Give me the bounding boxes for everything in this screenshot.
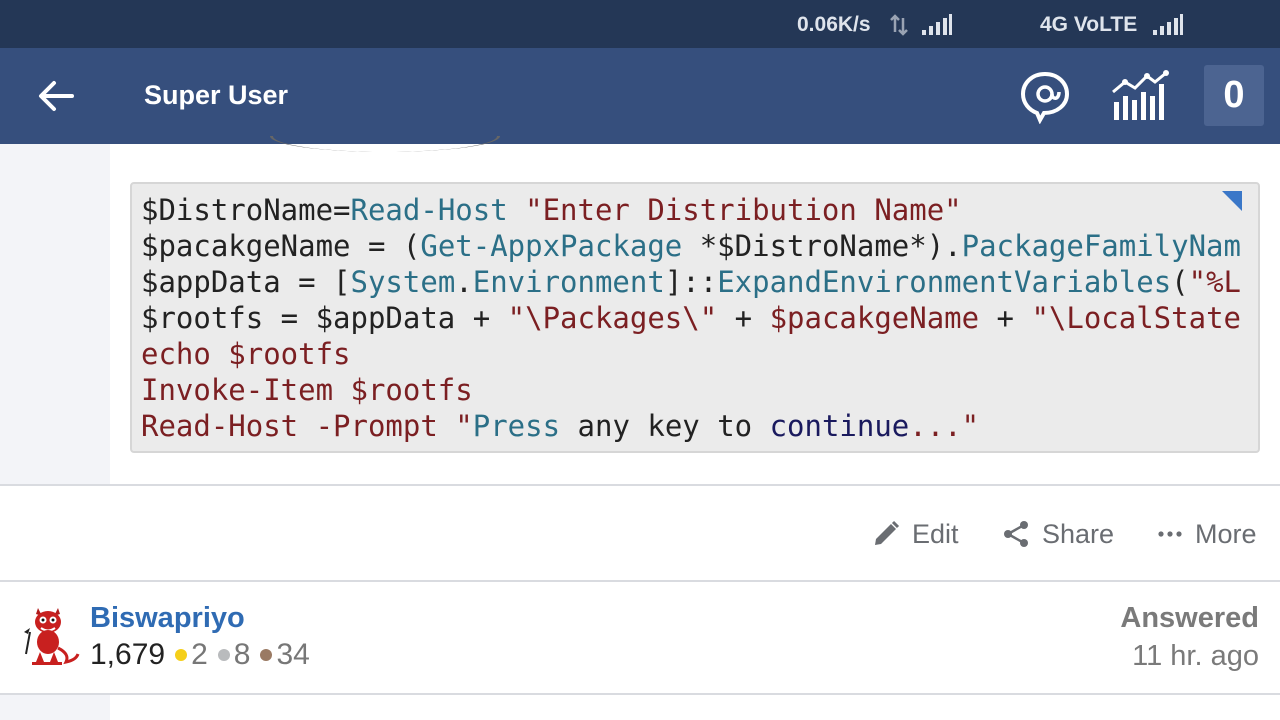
code-token: $pacakgeName: [769, 301, 980, 335]
code-token: ExpandEnvironmentVariables: [717, 265, 1172, 299]
code-token: PackageFamilyNam: [961, 229, 1241, 263]
answered-time: 11 hr. ago: [1132, 640, 1259, 672]
code-token: ...": [909, 409, 980, 443]
back-button[interactable]: [34, 76, 78, 116]
code-token: Press: [472, 409, 561, 443]
share-icon: [1004, 521, 1028, 547]
code-token: *$DistroName*).: [682, 229, 962, 263]
bronze-badge-icon: [260, 649, 273, 661]
code-token: continue: [769, 409, 910, 443]
code-line: $appData = [System.Environment]::ExpandE…: [141, 264, 1241, 300]
edit-button[interactable]: Edit: [872, 516, 959, 552]
code-token: $appData = [: [141, 265, 351, 299]
more-dots-icon: [1158, 531, 1182, 537]
code-token: $pacakgeName = (: [141, 229, 421, 263]
code-token: Environment: [472, 265, 665, 299]
edit-label: Edit: [912, 518, 959, 549]
code-token: any key to: [560, 409, 770, 443]
next-section-strip: [110, 695, 1280, 720]
inbox-icon: [1020, 71, 1070, 125]
code-token: $DistroName=: [141, 193, 351, 227]
more-label: More: [1195, 518, 1257, 549]
code-token: $rootfs = $appData +: [141, 301, 508, 335]
site-title: Super User: [144, 80, 289, 110]
code-token: "\Packages\": [507, 301, 718, 335]
silver-badge-count: 8: [233, 638, 251, 671]
code-token: "%L: [1188, 265, 1242, 299]
bsd-daemon-avatar-icon: [24, 608, 80, 665]
code-line: $DistroName=Read-Host "Enter Distributio…: [141, 192, 1241, 228]
code-token: .: [455, 265, 473, 299]
code-line: echo $rootfs: [141, 336, 1241, 372]
pencil-icon: [875, 520, 900, 545]
code-token: ": [455, 409, 473, 443]
signal-icon: [921, 14, 953, 41]
code-token: (: [1171, 265, 1189, 299]
code-token: Get-AppxPackage: [420, 229, 683, 263]
arrow-left-icon: [39, 81, 74, 111]
avatar[interactable]: [22, 602, 80, 666]
achievements-button[interactable]: [1110, 70, 1170, 122]
code-token: Read-Host: [350, 193, 508, 227]
reputation-chart-icon: [1112, 70, 1169, 120]
code-token: echo $rootfs: [141, 337, 351, 371]
code-token: +: [717, 301, 770, 335]
signal-icon: [1152, 14, 1184, 41]
reputation-score: 1,679: [90, 638, 166, 671]
more-button[interactable]: More: [1157, 516, 1257, 552]
inbox-button[interactable]: [1018, 70, 1072, 125]
gold-badge-icon: [175, 649, 188, 661]
code-lines: $DistroName=Read-Host "Enter Distributio…: [141, 192, 1241, 444]
left-gutter: [0, 695, 110, 720]
data-transfer-icon: [888, 14, 910, 41]
gold-badge-count: 2: [191, 638, 208, 671]
answered-label: Answered: [1120, 602, 1259, 634]
divider: [0, 484, 1280, 486]
network-type: 4G VoLTE: [1040, 13, 1138, 36]
share-label: Share: [1042, 518, 1115, 549]
code-line: $rootfs = $appData + "\Packages\" + $pac…: [141, 300, 1241, 336]
author-stats: 1,679 2 8 34: [90, 638, 310, 672]
code-token: Read-Host -Prompt: [141, 409, 456, 443]
code-block[interactable]: $DistroName=Read-Host "Enter Distributio…: [130, 182, 1260, 453]
code-token: +: [979, 301, 1032, 335]
status-bar: 0.06K/s 4G VoLTE: [0, 0, 1280, 48]
code-token: "\LocalState: [1031, 301, 1241, 335]
code-token: ]::: [664, 265, 718, 299]
notification-count-badge[interactable]: 0: [1204, 65, 1264, 126]
code-token: System: [350, 265, 456, 299]
share-button[interactable]: Share: [1002, 516, 1114, 552]
code-line: Invoke-Item $rootfs: [141, 372, 1241, 408]
silver-badge-icon: [217, 649, 230, 661]
bronze-badge-count: 34: [276, 638, 310, 671]
code-token: Invoke-Item $rootfs: [141, 373, 473, 407]
divider: [0, 580, 1280, 582]
code-token: "Enter Distribution Name": [525, 193, 962, 227]
left-gutter: [0, 144, 110, 485]
code-line: $pacakgeName = (Get-AppxPackage *$Distro…: [141, 228, 1241, 264]
code-line: Read-Host -Prompt "Press any key to cont…: [141, 408, 1241, 444]
author-name-link[interactable]: Biswapriyo: [90, 602, 245, 635]
network-speed: 0.06K/s: [797, 13, 871, 36]
app-bar: Super User 0: [0, 48, 1280, 144]
